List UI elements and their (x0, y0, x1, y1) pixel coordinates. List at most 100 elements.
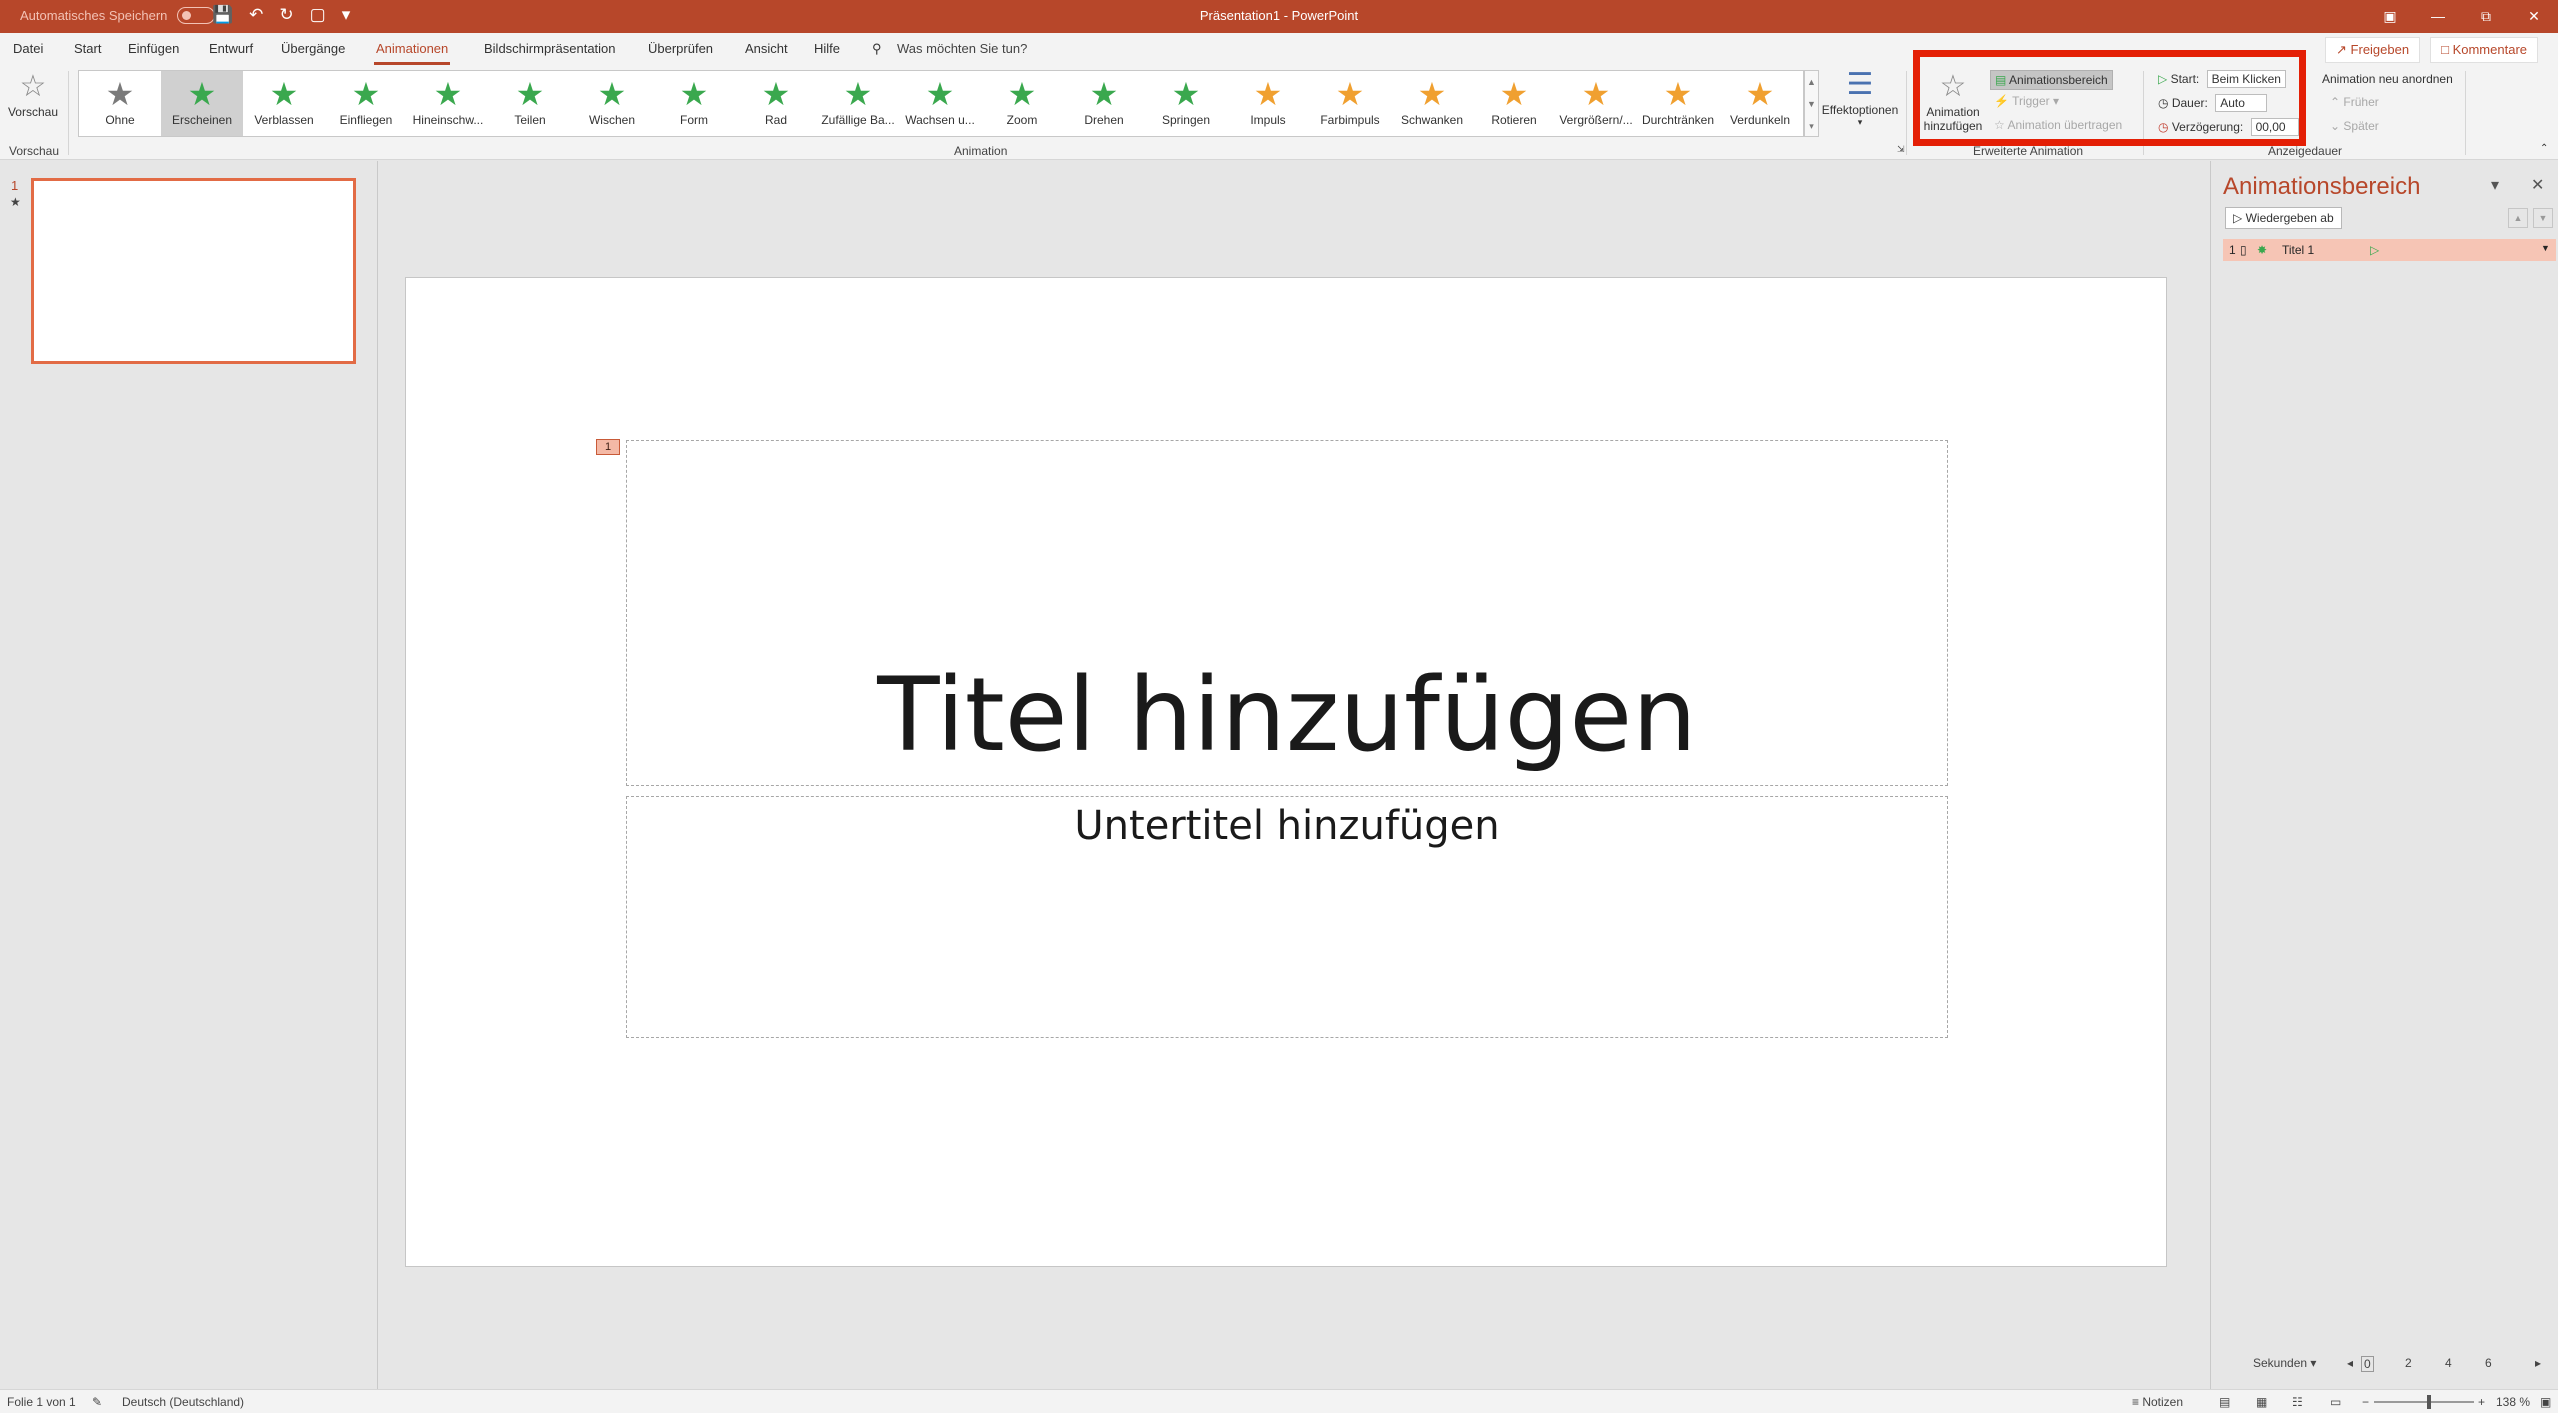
tab-uebergaenge[interactable]: Übergänge (281, 41, 345, 56)
extended-group-label: Erweiterte Animation (1973, 144, 2084, 158)
effect-options-button[interactable]: ☰ Effektoptionen ▾ (1820, 67, 1900, 128)
preview-star-icon: ☆ (19, 70, 47, 103)
tab-ueberpruefen[interactable]: Überprüfen (648, 41, 713, 56)
preview-button[interactable]: ☆ Vorschau (6, 69, 60, 119)
scroll-down-icon[interactable]: ▼ (1805, 93, 1818, 115)
animation-star-icon: ★ (1007, 76, 1037, 112)
restore-icon[interactable]: ⧉ (2462, 0, 2510, 33)
timeline-unit[interactable]: Sekunden ▾ (2253, 1356, 2316, 1370)
minimize-icon[interactable]: — (2414, 0, 2462, 33)
item-dropdown-icon[interactable]: ▼ (2541, 243, 2550, 253)
reorder-label: Animation neu anordnen (2322, 72, 2453, 86)
tab-einfuegen[interactable]: Einfügen (128, 41, 179, 56)
comments-button[interactable]: □ Kommentare (2430, 37, 2538, 63)
animation-option[interactable]: ★ Hineinschw... (407, 71, 489, 136)
tab-ansicht[interactable]: Ansicht (745, 41, 788, 56)
timeline-left-icon[interactable]: ◂ (2347, 1356, 2353, 1370)
tab-entwurf[interactable]: Entwurf (209, 41, 253, 56)
animation-option[interactable]: ★ Vergrößern/... (1555, 71, 1637, 136)
highlight-frame (1913, 50, 2306, 146)
later-button[interactable]: ⌄ Später (2330, 119, 2379, 133)
timeline-unit-label: Sekunden (2253, 1356, 2308, 1370)
animation-option[interactable]: ★ Drehen (1063, 71, 1145, 136)
separator (2465, 71, 2466, 155)
item-name: Titel 1 (2282, 243, 2315, 257)
scroll-up-icon[interactable]: ▲ (1805, 71, 1818, 93)
animation-option[interactable]: ★ Teilen (489, 71, 571, 136)
animation-star-icon: ★ (843, 76, 873, 112)
animation-star-icon: ★ (597, 76, 627, 112)
timeline-tick: 0 (2361, 1356, 2374, 1372)
zoom-level[interactable]: 138 % (2496, 1395, 2530, 1409)
animation-option[interactable]: ★ Verdunkeln (1719, 71, 1801, 136)
zoom-slider[interactable] (2374, 1401, 2474, 1403)
animation-order-tag[interactable]: 1 (596, 439, 620, 455)
animation-option[interactable]: ★ Einfliegen (325, 71, 407, 136)
animation-star-icon: ★ (1171, 76, 1201, 112)
tab-bildschirmpraesentation[interactable]: Bildschirmpräsentation (484, 41, 616, 56)
animation-option[interactable]: ★ Form (653, 71, 735, 136)
more-icon[interactable]: ▾ (1805, 115, 1818, 137)
animation-option[interactable]: ★ Zoom (981, 71, 1063, 136)
language[interactable]: Deutsch (Deutschland) (122, 1395, 244, 1409)
slide-thumbnail[interactable] (31, 178, 356, 364)
animation-option[interactable]: ★ Wischen (571, 71, 653, 136)
animation-gallery[interactable]: ★ Ohne ★ Erscheinen ★ Verblassen ★ Einfliegen ★ H… (78, 70, 1804, 137)
pane-close-icon[interactable]: ✕ (2531, 175, 2544, 195)
move-down-icon[interactable]: ▼ (2533, 208, 2553, 228)
window-controls: ▣ — ⧉ ✕ (2366, 0, 2558, 33)
animation-option-label: Vergrößern/... (1559, 113, 1633, 127)
close-icon[interactable]: ✕ (2510, 0, 2558, 33)
animation-option[interactable]: ★ Ohne (79, 71, 161, 136)
collapse-ribbon-icon[interactable]: ⌃ (2540, 143, 2548, 154)
timeline-right-icon[interactable]: ▸ (2535, 1356, 2541, 1370)
share-icon: ↗ (2336, 42, 2347, 57)
slide-title[interactable]: Titel hinzufügen (627, 656, 1947, 775)
play-icon: ▷ (2233, 211, 2243, 225)
animation-option[interactable]: ★ Zufällige Ba... (817, 71, 899, 136)
tab-datei[interactable]: Datei (13, 41, 43, 56)
animation-option-label: Erscheinen (171, 113, 233, 127)
normal-view-icon[interactable]: ▤ (2219, 1395, 2230, 1409)
earlier-button[interactable]: ⌃ Früher (2330, 95, 2379, 109)
animation-list-item[interactable]: 1 ▯ ✸ Titel 1 ▷ ▼ (2223, 239, 2556, 261)
animation-option[interactable]: ★ Farbimpuls (1309, 71, 1391, 136)
slideshow-view-icon[interactable]: ▭ (2330, 1395, 2341, 1409)
share-button[interactable]: ↗ Freigeben (2325, 37, 2421, 63)
tell-me-input[interactable]: Was möchten Sie tun? (897, 41, 1027, 56)
animation-option[interactable]: ★ Erscheinen (161, 71, 243, 136)
timeline-tick: 2 (2405, 1356, 2412, 1370)
move-up-icon[interactable]: ▲ (2508, 208, 2528, 228)
animation-option[interactable]: ★ Impuls (1227, 71, 1309, 136)
timing-bar-icon: ▷ (2370, 243, 2380, 257)
animation-option[interactable]: ★ Springen (1145, 71, 1227, 136)
subtitle-placeholder[interactable]: Untertitel hinzufügen (626, 796, 1948, 1038)
animation-option[interactable]: ★ Rad (735, 71, 817, 136)
animation-option-label: Wachsen u... (905, 113, 975, 127)
animation-option[interactable]: ★ Rotieren (1473, 71, 1555, 136)
tab-hilfe[interactable]: Hilfe (814, 41, 840, 56)
animation-option[interactable]: ★ Durchtränken (1637, 71, 1719, 136)
tab-animationen[interactable]: Animationen (373, 41, 451, 65)
fit-slide-icon[interactable]: ▣ (2540, 1395, 2551, 1409)
slide-subtitle[interactable]: Untertitel hinzufügen (627, 803, 1947, 849)
dialog-launcher-icon[interactable]: ⇲ (1897, 144, 1905, 155)
zoom-in-icon[interactable]: + (2478, 1395, 2485, 1409)
title-placeholder[interactable]: Titel hinzufügen (626, 440, 1948, 786)
tab-start[interactable]: Start (74, 41, 101, 56)
animation-option[interactable]: ★ Verblassen (243, 71, 325, 136)
animation-option[interactable]: ★ Schwanken (1391, 71, 1473, 136)
animation-star-icon: ★ (1581, 76, 1611, 112)
animation-option[interactable]: ★ Wachsen u... (899, 71, 981, 136)
notes-button[interactable]: ≡ Notizen (2132, 1395, 2183, 1409)
zoom-slider-thumb[interactable] (2427, 1395, 2431, 1409)
zoom-out-icon[interactable]: − (2362, 1395, 2369, 1409)
play-from-button[interactable]: ▷ Wiedergeben ab (2225, 207, 2342, 229)
pane-options-icon[interactable]: ▾ (2491, 175, 2499, 195)
animation-star-icon: ★ (1745, 76, 1775, 112)
sorter-view-icon[interactable]: ▦ (2256, 1395, 2267, 1409)
gallery-scroll[interactable]: ▲ ▼ ▾ (1804, 70, 1819, 137)
ribbon-display-icon[interactable]: ▣ (2366, 0, 2414, 33)
spellcheck-icon[interactable]: ✎ (92, 1395, 102, 1409)
reading-view-icon[interactable]: ☷ (2292, 1395, 2303, 1409)
